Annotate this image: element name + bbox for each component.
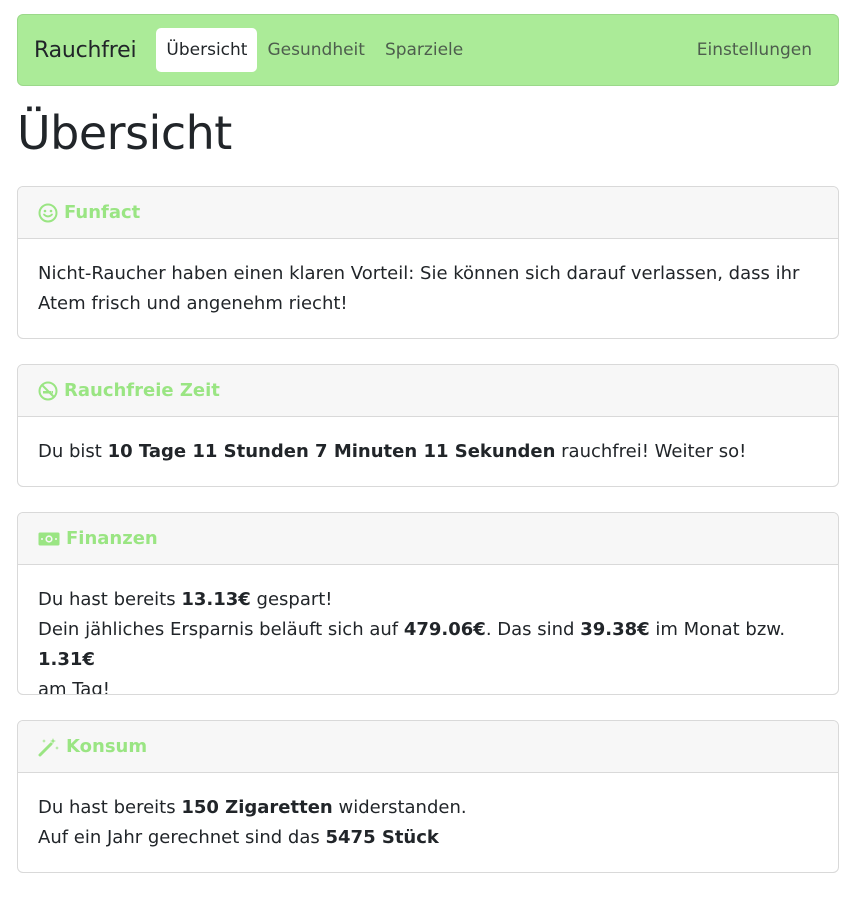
smokefree-prefix: Du bist: [38, 441, 108, 462]
smokefree-text: Du bist 10 Tage 11 Stunden 7 Minuten 11 …: [38, 437, 818, 467]
consumption-year-prefix: Auf ein Jahr gerechnet sind das: [38, 827, 326, 848]
nav-link-einstellungen[interactable]: Einstellungen: [687, 28, 822, 72]
magic-wand-icon: [38, 737, 59, 756]
page-title: Übersicht: [17, 106, 232, 160]
consumption-title: Konsum: [66, 736, 148, 757]
consumption-year-line: Auf ein Jahr gerechnet sind das 5475 Stü…: [38, 823, 818, 853]
smokefree-body: Du bist 10 Tage 11 Stunden 7 Minuten 11 …: [18, 417, 838, 467]
finance-monthly-value: 39.38€: [580, 619, 650, 640]
consumption-year-value: 5475 Stück: [325, 827, 439, 848]
finance-yearly-prefix: Dein jähliches Ersparnis beläuft sich au…: [38, 619, 404, 640]
consumption-resisted-line: Du hast bereits 150 Zigaretten widerstan…: [38, 793, 818, 823]
consumption-card: Konsum Du hast bereits 150 Zigaretten wi…: [17, 720, 839, 873]
finance-card: Finanzen Du hast bereits 13.13€ gespart!…: [17, 512, 839, 695]
consumption-body: Du hast bereits 150 Zigaretten widerstan…: [18, 773, 838, 853]
smokefree-card-header: Rauchfreie Zeit: [18, 365, 838, 417]
funfact-title: Funfact: [64, 202, 141, 223]
consumption-resisted-suffix: widerstanden.: [332, 797, 467, 818]
funfact-body: Nicht-Raucher haben einen klaren Vorteil…: [18, 239, 838, 319]
consumption-card-header: Konsum: [18, 721, 838, 773]
smokefree-duration: 10 Tage 11 Stunden 7 Minuten 11 Sekunden: [107, 441, 556, 462]
smokefree-card: Rauchfreie Zeit Du bist 10 Tage 11 Stund…: [17, 364, 839, 487]
finance-saved-value: 13.13€: [181, 589, 251, 610]
finance-saved-line: Du hast bereits 13.13€ gespart!: [38, 585, 818, 615]
funfact-line-2: Atem frisch und angenehm riecht!: [38, 293, 348, 314]
navbar: Rauchfrei Übersicht Gesundheit Sparziele…: [17, 14, 839, 86]
money-icon: [38, 532, 60, 545]
finance-daily-value: 1.31€: [38, 649, 95, 670]
finance-saved-suffix: gespart!: [250, 589, 333, 610]
finance-card-header: Finanzen: [18, 513, 838, 565]
funfact-line-1: Nicht-Raucher haben einen klaren Vorteil…: [38, 263, 800, 284]
finance-yearly-value: 479.06€: [403, 619, 486, 640]
funfact-card: Funfact Nicht-Raucher haben einen klaren…: [17, 186, 839, 339]
consumption-resisted-value: 150 Zigaretten: [181, 797, 333, 818]
smile-icon: [38, 203, 58, 222]
finance-monthly-prefix: . Das sind: [485, 619, 581, 640]
finance-daily-prefix: im Monat bzw.: [649, 619, 786, 640]
finance-daily-suffix: am Tag!: [38, 679, 110, 695]
finance-saved-prefix: Du hast bereits: [38, 589, 182, 610]
smokefree-title: Rauchfreie Zeit: [64, 380, 220, 401]
no-smoking-icon: [38, 381, 58, 400]
finance-rate-line: Dein jähliches Ersparnis beläuft sich au…: [38, 615, 818, 675]
nav-link-uebersicht[interactable]: Übersicht: [156, 28, 258, 72]
finance-body: Du hast bereits 13.13€ gespart! Dein jäh…: [18, 565, 838, 695]
brand-link[interactable]: Rauchfrei: [34, 38, 137, 63]
nav-link-gesundheit[interactable]: Gesundheit: [257, 28, 374, 72]
funfact-card-header: Funfact: [18, 187, 838, 239]
nav-link-sparziele[interactable]: Sparziele: [375, 28, 473, 72]
consumption-resisted-prefix: Du hast bereits: [38, 797, 182, 818]
smokefree-suffix: rauchfrei! Weiter so!: [555, 441, 747, 462]
finance-title: Finanzen: [66, 528, 158, 549]
